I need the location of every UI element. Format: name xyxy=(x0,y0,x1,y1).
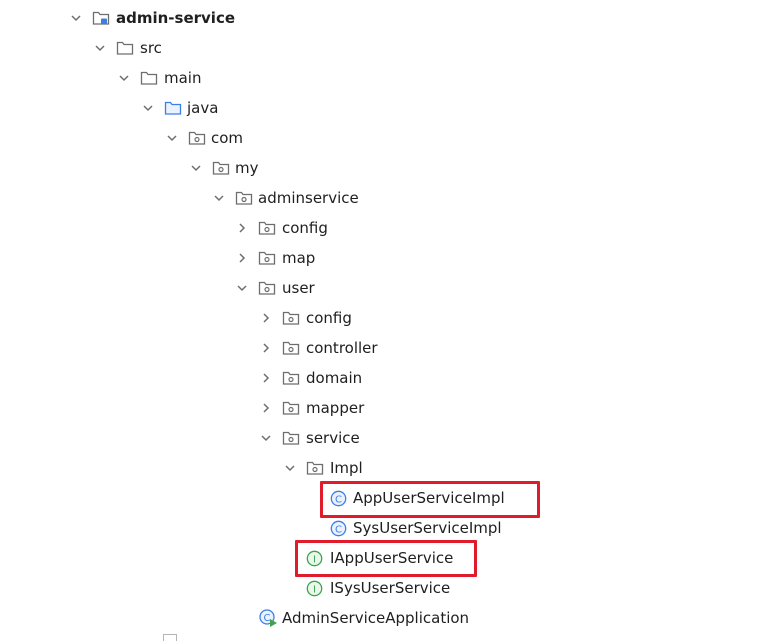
chevron-right-icon[interactable] xyxy=(259,371,273,385)
tree-node-label: java xyxy=(187,99,219,117)
chevron-down-icon[interactable] xyxy=(93,41,107,55)
tree-node-label: mapper xyxy=(306,399,365,417)
package-icon xyxy=(282,431,300,445)
tree-node-admin-service-application[interactable]: C AdminServiceApplication xyxy=(0,603,769,633)
chevron-right-icon[interactable] xyxy=(259,401,273,415)
tree-node-admin-service[interactable]: admin-service xyxy=(0,3,769,33)
tree-node-label: src xyxy=(140,39,162,57)
folder-icon xyxy=(116,41,134,55)
folder-icon xyxy=(140,71,158,85)
tree-node-label: ISysUserService xyxy=(330,579,451,597)
source-folder-icon xyxy=(164,101,182,115)
tree-node-label: domain xyxy=(306,369,363,387)
tree-node-domain[interactable]: domain xyxy=(0,363,769,393)
tree-node-config[interactable]: config xyxy=(0,213,769,243)
package-icon xyxy=(235,191,253,205)
tree-node-label: controller xyxy=(306,339,378,357)
chevron-right-icon[interactable] xyxy=(259,341,273,355)
tree-node-mapper[interactable]: mapper xyxy=(0,393,769,423)
chevron-down-icon[interactable] xyxy=(165,131,179,145)
tree-node-java[interactable]: java xyxy=(0,93,769,123)
chevron-down-icon[interactable] xyxy=(212,191,226,205)
tree-node-main[interactable]: main xyxy=(0,63,769,93)
chevron-right-icon[interactable] xyxy=(235,251,249,265)
tree-node-label: AdminServiceApplication xyxy=(282,609,470,627)
package-icon xyxy=(282,311,300,325)
chevron-down-icon[interactable] xyxy=(235,281,249,295)
project-tree: admin-service src main java com my admin… xyxy=(0,0,769,641)
tree-node-label: admin-service xyxy=(116,9,236,27)
tree-node-com[interactable]: com xyxy=(0,123,769,153)
package-icon xyxy=(282,371,300,385)
tree-node-label: adminservice xyxy=(258,189,359,207)
tree-node-service[interactable]: service xyxy=(0,423,769,453)
svg-text:C: C xyxy=(264,613,271,624)
tree-node-i-sys-user-service[interactable]: I ISysUserService xyxy=(0,573,769,603)
module-folder-icon xyxy=(92,11,110,25)
package-icon xyxy=(258,221,276,235)
package-icon xyxy=(306,461,324,475)
class-icon: C xyxy=(330,520,347,537)
package-icon xyxy=(188,131,206,145)
tree-node-label: Impl xyxy=(330,459,363,477)
tree-node-impl[interactable]: Impl xyxy=(0,453,769,483)
tree-node-label: config xyxy=(306,309,352,327)
package-icon xyxy=(212,161,230,175)
highlight-box-app-user-service-impl xyxy=(320,481,540,518)
tree-node-map[interactable]: map xyxy=(0,243,769,273)
package-icon xyxy=(282,401,300,415)
tree-node-label: my xyxy=(235,159,259,177)
chevron-down-icon[interactable] xyxy=(117,71,131,85)
chevron-down-icon[interactable] xyxy=(259,431,273,445)
package-icon xyxy=(258,251,276,265)
tree-node-label: SysUserServiceImpl xyxy=(353,519,502,537)
tree-node-my[interactable]: my xyxy=(0,153,769,183)
chevron-down-icon[interactable] xyxy=(283,461,297,475)
interface-icon: I xyxy=(306,580,323,597)
tree-node-label: main xyxy=(164,69,202,87)
tree-node-label: user xyxy=(282,279,315,297)
package-icon xyxy=(258,281,276,295)
svg-text:C: C xyxy=(335,524,342,535)
tree-node-label: com xyxy=(211,129,244,147)
chevron-right-icon[interactable] xyxy=(259,311,273,325)
chevron-down-icon[interactable] xyxy=(141,101,155,115)
tree-node-label: config xyxy=(282,219,328,237)
tree-node-controller[interactable]: controller xyxy=(0,333,769,363)
chevron-right-icon[interactable] xyxy=(235,221,249,235)
tree-node-adminservice[interactable]: adminservice xyxy=(0,183,769,213)
chevron-down-icon[interactable] xyxy=(189,161,203,175)
highlight-box-i-app-user-service xyxy=(295,540,477,577)
spring-boot-app-icon: C xyxy=(259,609,277,627)
svg-text:I: I xyxy=(313,584,316,595)
tree-node-user[interactable]: user xyxy=(0,273,769,303)
package-icon xyxy=(282,341,300,355)
chevron-down-icon[interactable] xyxy=(69,11,83,25)
tree-node-user-config[interactable]: config xyxy=(0,303,769,333)
tree-node-label: map xyxy=(282,249,316,267)
tree-node-src[interactable]: src xyxy=(0,33,769,63)
tree-node-label: service xyxy=(306,429,360,447)
